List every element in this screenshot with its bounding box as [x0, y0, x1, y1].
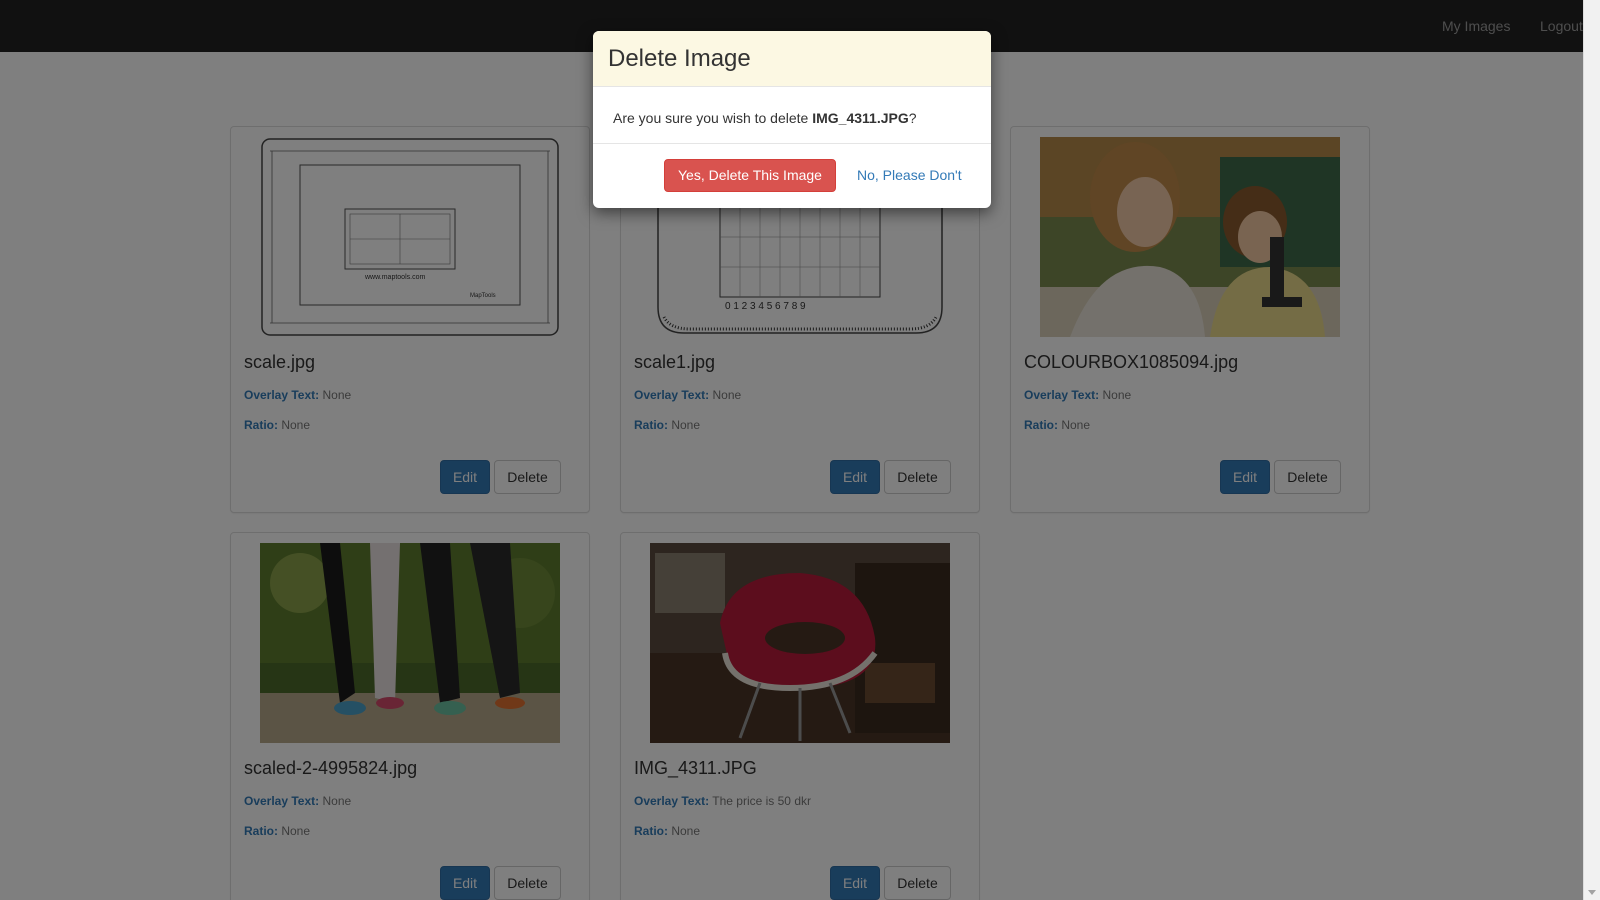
scroll-down-arrow-icon[interactable] — [1588, 890, 1596, 895]
confirm-delete-button[interactable]: Yes, Delete This Image — [664, 159, 836, 192]
delete-image-modal: Delete Image Are you sure you wish to de… — [593, 31, 991, 208]
modal-title: Delete Image — [608, 45, 751, 72]
filename: IMG_4311.JPG — [812, 110, 909, 126]
scrollbar[interactable] — [1583, 0, 1600, 900]
cancel-delete-link[interactable]: No, Please Don't — [857, 167, 962, 183]
modal-message: Are you sure you wish to delete IMG_4311… — [613, 110, 917, 126]
modal-header: Delete Image — [593, 31, 991, 87]
modal-divider — [593, 143, 991, 144]
